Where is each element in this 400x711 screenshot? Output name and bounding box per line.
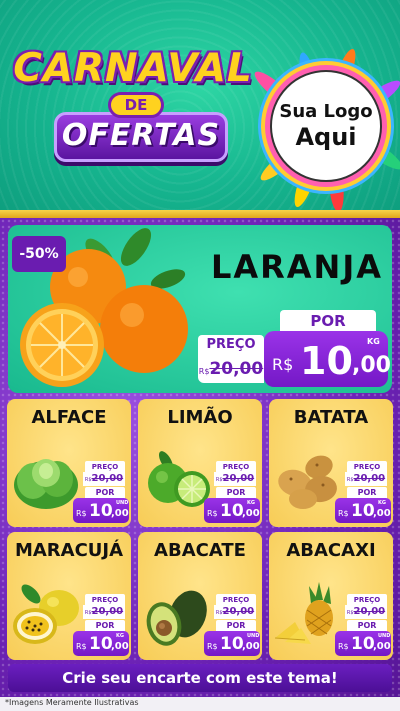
old-price: R$20,00	[345, 605, 387, 619]
product-card-alface[interactable]: ALFACE PREÇO R$20,00 POR R$ 10 UND ,00	[7, 399, 131, 527]
featured-por-label: POR	[280, 310, 376, 332]
header-banner: CARNAVAL DE OFERTAS Sua Logo Aqui	[0, 0, 400, 214]
featured-new-price: R$ 10 KG ,00	[264, 331, 391, 387]
new-price: R$ 10 UND ,00	[335, 631, 391, 656]
old-price-currency: R$	[84, 610, 92, 616]
logo-text-line1: Sua Logo	[279, 101, 373, 122]
pineapple-image	[274, 582, 333, 644]
price-integer: 10	[300, 339, 353, 383]
product-name: ALFACE	[31, 407, 107, 428]
old-price: R$20,00	[83, 605, 125, 619]
title-de: DE	[108, 92, 164, 118]
old-price-currency: R$	[215, 477, 223, 483]
price-unit: UND	[116, 500, 129, 506]
price-integer: 10	[89, 634, 113, 654]
disclaimer-text: *Imagens Meramente Ilustrativas	[5, 698, 139, 707]
old-price-currency: R$	[198, 367, 210, 376]
product-name: ABACAXI	[286, 540, 376, 561]
product-name: BATATA	[293, 407, 369, 428]
price-integer: 10	[220, 634, 244, 654]
price-cents: ,00	[352, 353, 391, 378]
price-currency: R$	[76, 509, 87, 518]
product-name: ABACATE	[154, 540, 246, 561]
price-cents: ,00	[373, 641, 391, 652]
cta-banner[interactable]: Crie seu encarte com este tema!	[8, 664, 392, 692]
product-card-maracuja[interactable]: MARACUJÁ PREÇO R$20,00 POR R$ 10 KG ,00	[7, 532, 131, 660]
new-price: R$ 10 KG ,00	[204, 498, 260, 523]
price-unit: UND	[378, 633, 391, 639]
new-price: R$ 10 KG ,00	[73, 631, 129, 656]
passion-fruit-image	[13, 584, 79, 644]
price-cents: ,00	[111, 508, 129, 519]
header-divider	[0, 210, 400, 218]
old-price: R$20,00	[214, 472, 256, 486]
price-currency: R$	[207, 642, 218, 651]
old-price-value: 20,00	[91, 606, 124, 617]
price-integer: 10	[89, 501, 113, 521]
lettuce-image	[14, 459, 78, 509]
price-currency: R$	[272, 355, 294, 374]
carnaval-title: CARNAVAL DE OFERTAS	[8, 46, 258, 196]
logo-placeholder[interactable]: Sua Logo Aqui	[270, 70, 382, 182]
price-integer: 10	[351, 634, 375, 654]
price-integer: 10	[220, 501, 244, 521]
old-price-value: 20,00	[209, 359, 264, 379]
old-price-currency: R$	[346, 610, 354, 616]
old-price: R$20,00	[345, 472, 387, 486]
new-price: R$ 10 UND ,00	[204, 631, 260, 656]
product-card-abacate[interactable]: ABACATE PREÇO R$20,00 POR R$ 10 UND ,00	[138, 532, 262, 660]
product-card-limao[interactable]: LIMÃO PREÇO R$20,00 POR R$ 10 KG ,00	[138, 399, 262, 527]
price-currency: R$	[207, 509, 218, 518]
title-ofertas: OFERTAS	[61, 118, 221, 153]
price-integer: 10	[351, 501, 375, 521]
price-unit: KG	[247, 500, 255, 506]
discount-badge: -50%	[12, 236, 66, 272]
product-name: MARACUJÁ	[14, 540, 124, 561]
new-price: R$ 10 UND ,00	[73, 498, 129, 523]
old-price: R$20,00	[214, 605, 256, 619]
featured-product-name: LARANJA	[210, 248, 383, 286]
price-unit: KG	[367, 337, 380, 346]
price-unit: UND	[247, 633, 260, 639]
price-cents: ,00	[242, 508, 260, 519]
price-currency: R$	[338, 509, 349, 518]
product-card-abacaxi[interactable]: ABACAXI PREÇO R$20,00 POR R$ 10 UND ,00	[269, 532, 393, 660]
featured-price-label: PREÇO	[198, 335, 264, 355]
old-price-value: 20,00	[222, 606, 255, 617]
title-carnaval: CARNAVAL	[13, 46, 253, 91]
old-price-value: 20,00	[222, 473, 255, 484]
product-card-batata[interactable]: BATATA PREÇO R$20,00 POR R$ 10 KG ,00	[269, 399, 393, 527]
old-price-value: 20,00	[91, 473, 124, 484]
old-price-currency: R$	[346, 477, 354, 483]
old-price-currency: R$	[215, 610, 223, 616]
old-price-currency: R$	[84, 477, 92, 483]
price-cents: ,00	[242, 641, 260, 652]
price-currency: R$	[76, 642, 87, 651]
price-unit: KG	[116, 633, 124, 639]
old-price-value: 20,00	[353, 473, 386, 484]
featured-old-price: R$20,00	[198, 355, 264, 383]
old-price-value: 20,00	[353, 606, 386, 617]
new-price: R$ 10 KG ,00	[335, 498, 391, 523]
price-cents: ,00	[373, 508, 391, 519]
price-currency: R$	[338, 642, 349, 651]
old-price: R$20,00	[83, 472, 125, 486]
price-cents: ,00	[111, 641, 129, 652]
price-unit: KG	[378, 500, 386, 506]
logo-text-line2: Aqui	[295, 123, 357, 151]
product-name: LIMÃO	[167, 407, 233, 428]
